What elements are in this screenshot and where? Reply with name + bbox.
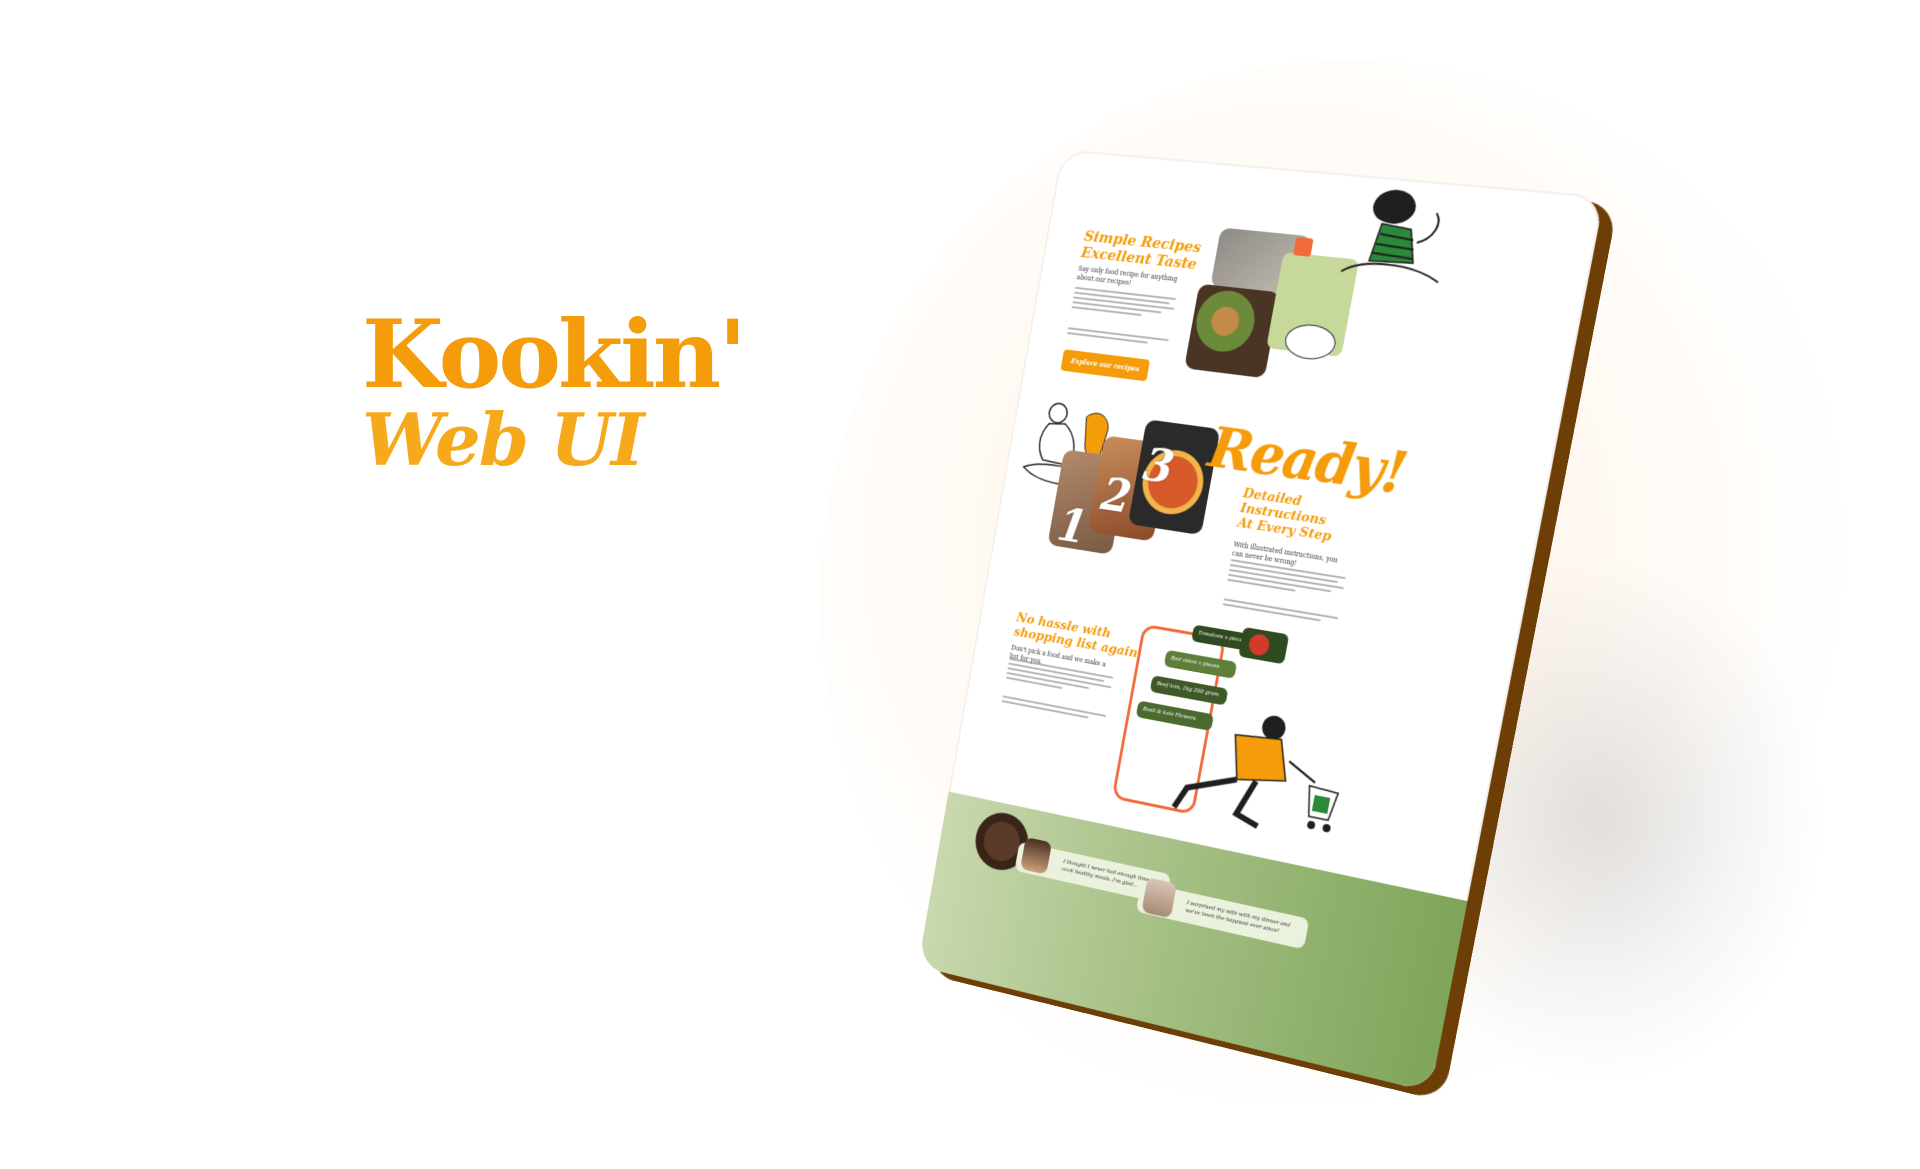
brand-title: Kookin' [362, 308, 744, 402]
tomato-photo [1238, 627, 1289, 664]
hero-photo-vegetables [1184, 284, 1280, 379]
brand-subtitle: Web UI [362, 404, 744, 476]
instructions-body-text-2 [1222, 595, 1339, 627]
ready-title: Ready! [1204, 414, 1411, 507]
woman-illustration [1319, 173, 1469, 298]
brand-logo: Kookin' Web UI [362, 308, 744, 476]
shopper-illustration [1144, 688, 1356, 852]
orange-block-decor [1293, 237, 1314, 257]
explore-recipes-button[interactable]: Explore our recipes [1060, 349, 1150, 381]
hero-body-text-2 [1066, 324, 1169, 349]
